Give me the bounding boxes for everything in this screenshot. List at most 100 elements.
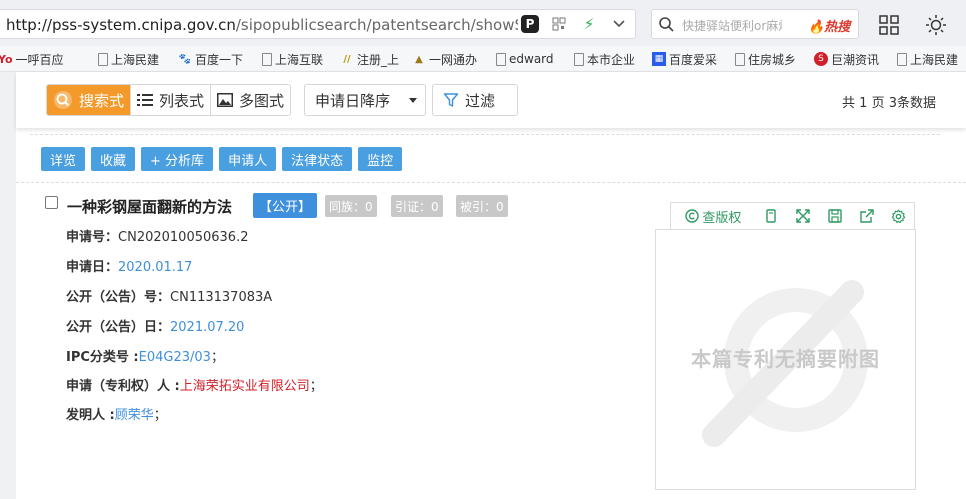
stripe-icon: // [343, 53, 351, 65]
save-button[interactable] [820, 203, 851, 229]
browser-search-box[interactable]: 快捷驿站便利or麻烦 🔥热搜 [651, 9, 859, 39]
application-date-link[interactable]: 2020.01.17 [118, 260, 192, 275]
application-number: CN202010050636.2 [118, 230, 249, 245]
file-icon [574, 52, 584, 66]
bookmark-item[interactable]: ▦ 百度爱采 [652, 51, 717, 67]
monitor-button[interactable]: 监控 [358, 147, 403, 171]
copy-button[interactable] [756, 203, 787, 229]
bookmark-item[interactable]: S 巨潮资讯 [814, 51, 879, 67]
baidu-square-icon: ▦ [652, 52, 666, 66]
file-icon [897, 52, 907, 66]
sun-icon[interactable] [925, 14, 947, 36]
applicant-row: 申请（专利权）人 :上海荣拓实业有限公司； [66, 375, 323, 394]
application-date-row: 申请日：2020.01.17 [66, 256, 192, 275]
bookmark-item[interactable]: 🐾 百度一下 [178, 51, 243, 67]
share-icon [860, 209, 874, 223]
settings-button[interactable] [883, 203, 914, 229]
applicant-button[interactable]: 申请人 [219, 147, 277, 171]
divider [16, 182, 966, 183]
bookmark-label: 住房城乡 [748, 52, 797, 67]
view-search-style-button[interactable]: 搜索式 [47, 85, 132, 115]
lightning-icon[interactable]: ⚡ [579, 14, 599, 34]
url-field[interactable]: http://pss-system.cnipa.gov.cn/sipopubli… [0, 9, 636, 39]
file-icon [262, 52, 272, 66]
browser-address-bar: http://pss-system.cnipa.gov.cn/sipopubli… [0, 0, 966, 46]
favorite-button[interactable]: 收藏 [91, 147, 136, 171]
yo-icon: Yo [0, 52, 13, 66]
url-icons: P ⚡ [521, 14, 629, 34]
application-number-row: 申请号：CN202010050636.2 [66, 226, 248, 245]
field-label: 公开（公告）日： [66, 320, 171, 335]
separator: ； [309, 379, 323, 394]
hot-search-label[interactable]: 🔥热搜 [808, 16, 850, 35]
file-icon [98, 52, 108, 66]
publication-date-link[interactable]: 2021.07.20 [170, 320, 244, 335]
bookmark-item[interactable]: // 注册_上 [340, 51, 399, 67]
chevron-down-icon[interactable] [609, 14, 629, 34]
copyright-label: 查版权 [702, 210, 742, 226]
filter-button[interactable]: 过滤 [432, 84, 518, 116]
inventor-link[interactable]: 顾荣华 [115, 408, 154, 423]
view-list-button[interactable]: 列表式 [131, 85, 212, 115]
bookmark-label: 一网通办 [429, 52, 478, 67]
field-label: 申请（专利权）人 : [66, 379, 180, 394]
bookmark-label: 注册_上 [357, 52, 400, 67]
left-gutter [0, 72, 16, 499]
sort-select[interactable]: 申请日降序 [304, 84, 426, 116]
bookmark-label: 上海民建 [111, 52, 160, 67]
copyright-icon [685, 209, 700, 223]
bookmark-label: 百度一下 [195, 52, 244, 67]
bookmark-item[interactable]: 上海互联 [262, 51, 323, 67]
result-title[interactable]: 一种彩钢屋面翻新的方法 [67, 196, 232, 217]
legal-status-button[interactable]: 法律状态 [282, 147, 353, 171]
page-info: 共 1 页 3条数据 [842, 96, 936, 111]
view-mode-group: 搜索式 列表式 多图式 [46, 84, 292, 116]
field-label: 发明人 : [66, 408, 115, 423]
filter-label: 过滤 [465, 91, 496, 110]
family-badge[interactable]: 同族：0 [325, 195, 377, 217]
bookmark-item[interactable]: 上海民建 [98, 51, 159, 67]
caret-down-icon [409, 98, 417, 103]
cited-by-badge[interactable]: 被引：0 [456, 195, 508, 217]
qr-code-icon[interactable] [549, 14, 569, 34]
ipc-link[interactable]: E04G23/03 [139, 350, 211, 365]
field-label: 申请号： [66, 230, 119, 245]
result-checkbox[interactable] [45, 196, 58, 209]
bookmark-item[interactable]: ▲ 一网通办 [412, 51, 477, 67]
bookmark-item[interactable]: 住房城乡 [735, 51, 796, 67]
mountain-icon: ▲ [415, 53, 423, 65]
no-abstract-image-text: 本篇专利无摘要附图 [691, 347, 880, 371]
ipc-row: IPC分类号 :E04G23/03； [66, 346, 224, 365]
detail-view-button[interactable]: 详览 [41, 147, 86, 171]
bookmark-label: edward [509, 52, 554, 66]
abstract-image-box: 本篇专利无摘要附图 [655, 229, 916, 490]
bookmark-label: 一呼百应 [15, 52, 64, 67]
bookmark-item[interactable]: 上海民建 [897, 51, 958, 67]
bookmark-item[interactable]: 本市企业 [574, 51, 635, 67]
field-label: IPC分类号 : [66, 350, 139, 365]
bookmark-label: 巨潮资讯 [831, 52, 880, 67]
add-analysis-button[interactable]: + 分析库 [141, 147, 214, 171]
view-label: 多图式 [239, 91, 285, 110]
baidu-paw-icon: 🐾 [178, 53, 192, 65]
privacy-icon[interactable]: P [521, 15, 539, 33]
publication-number-row: 公开（公告）号：CN113137083A [66, 286, 272, 305]
view-label: 搜索式 [79, 91, 125, 110]
apps-grid-icon[interactable] [879, 15, 899, 35]
bookmark-yo[interactable]: Yo一呼百应 [0, 51, 64, 67]
filter-icon [443, 93, 459, 107]
bookmark-label: 上海互联 [275, 52, 324, 67]
view-label: 列表式 [159, 91, 205, 110]
bookmark-item[interactable]: edward [496, 51, 554, 67]
publication-date-row: 公开（公告）日：2021.07.20 [66, 316, 244, 335]
applicant-link[interactable]: 上海荣拓实业有限公司 [180, 379, 310, 394]
citation-badge[interactable]: 引证：0 [391, 195, 443, 217]
check-copyright-button[interactable]: 查版权 [671, 203, 756, 229]
view-multi-image-button[interactable]: 多图式 [211, 85, 291, 115]
field-label: 申请日： [66, 260, 119, 275]
inventor-row: 发明人 :顾荣华； [66, 404, 167, 423]
bookmarks-bar: Yo一呼百应 上海民建 🐾百度一下 上海互联 // 注册_上 ▲ 一网通办 edwa… [0, 46, 966, 72]
expand-button[interactable] [787, 203, 820, 229]
sort-value: 申请日降序 [315, 91, 391, 110]
share-button[interactable] [850, 203, 883, 229]
